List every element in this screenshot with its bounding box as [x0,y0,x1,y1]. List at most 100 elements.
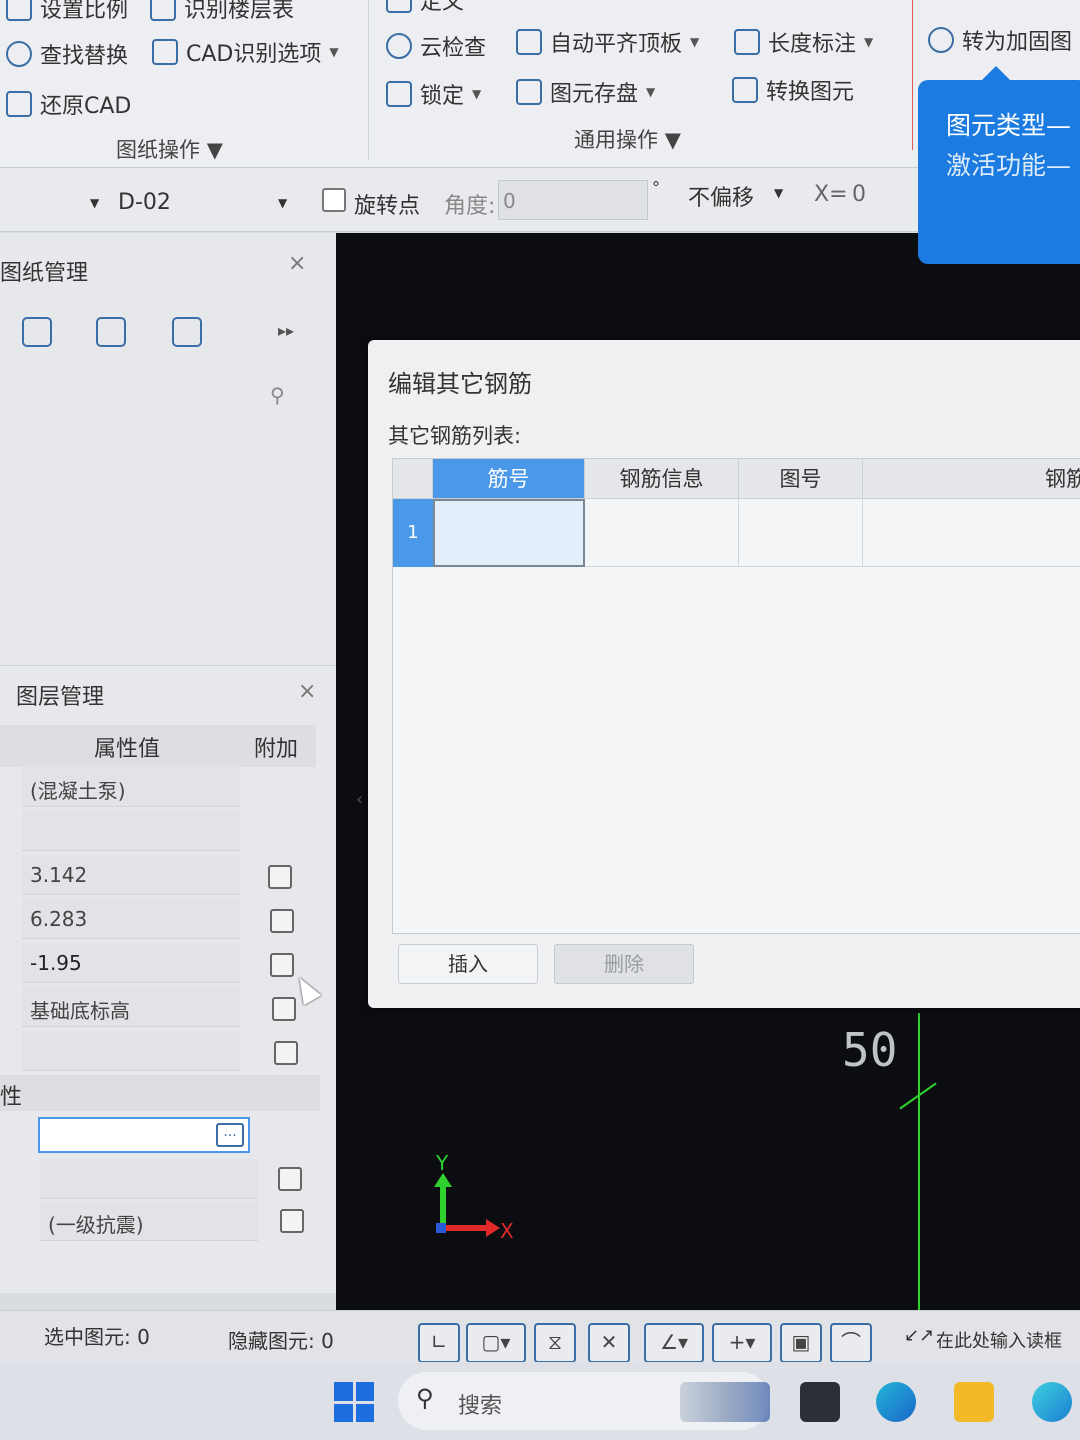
display-icon[interactable]: ▣ [780,1323,822,1363]
ribbon-divider-red [912,0,913,150]
task-view-icon[interactable] [800,1382,840,1422]
property-row[interactable]: 6.283 [22,899,240,939]
chevron-left-icon[interactable]: ‹ [356,789,363,810]
property-row[interactable] [22,811,240,851]
delete-button[interactable]: 删除 [554,944,694,984]
chevron-down-icon[interactable]: ▼ [774,186,783,200]
taskbar-search-label: 搜索 [458,1394,503,1419]
col-header-rebar-info[interactable]: 钢筋信息 [585,459,739,499]
find-replace-button[interactable]: 查找替换 [6,38,128,70]
length-dimension-button[interactable]: 长度标注 ▼ [734,26,873,58]
section-header [0,1075,320,1111]
property-row[interactable]: -1.95 [22,943,240,983]
x-axis-arrow [440,1225,490,1231]
edge-browser-icon[interactable] [876,1382,916,1422]
angle-label: 角度: [444,194,496,219]
restore-cad-button[interactable]: 还原CAD [6,88,131,120]
cad-options-button[interactable]: CAD识别选项 ▼ [152,36,339,68]
section-label: 性 [0,1085,23,1110]
identify-floor-table-button[interactable]: 识别楼层表 [150,0,294,24]
filter-icon[interactable]: ⧖ [534,1323,576,1363]
group-label-drawing-ops[interactable]: 图纸操作 ▼ [116,134,223,164]
drawing-select[interactable]: D-02 [118,190,171,215]
snap-icon[interactable]: +▾ [712,1323,772,1363]
row-number[interactable]: 1 [393,499,433,567]
cross-icon[interactable]: ✕ [588,1323,630,1363]
rotate-point-checkbox[interactable] [322,188,346,212]
grid-corner [393,459,433,499]
extra-checkbox[interactable] [272,997,296,1021]
property-row[interactable]: 基础底标高 [22,987,240,1027]
expand-icon[interactable]: ▸▸ [278,321,294,340]
windows-start-icon[interactable] [334,1382,374,1422]
origin-marker [436,1223,446,1233]
chevron-down-icon: ▼ [864,35,874,49]
chevron-down-icon: ▼ [206,138,223,162]
extra-checkbox[interactable] [270,909,294,933]
hidden-count: 隐藏图元: 0 [228,1329,334,1353]
scale-icon [6,0,32,21]
chevron-down-icon[interactable]: ▼ [278,196,287,210]
expand-arrows-icon[interactable]: ↙↗ [904,1325,934,1346]
dialog-title: 编辑其它钢筋 [388,370,532,398]
table-icon [150,0,176,21]
ortho-icon[interactable]: ∟ [418,1323,460,1363]
taskbar-widget-icon[interactable] [680,1382,770,1422]
auto-align-button[interactable]: 自动平齐顶板 ▼ [516,26,699,58]
set-scale-button[interactable]: 设置比例 [6,0,128,24]
ellipsis-button[interactable]: ... [216,1123,244,1147]
search-icon[interactable]: ⚲ [270,383,285,407]
rebar-list-label: 其它钢筋列表: [388,424,522,448]
close-icon[interactable]: × [288,251,306,276]
property-row[interactable]: (混凝土泵) [22,767,240,807]
command-input[interactable]: 在此处输入读框 [936,1327,1062,1353]
property-row[interactable] [40,1159,258,1199]
property-row[interactable]: (一级抗震) [40,1201,258,1241]
offset-select[interactable]: 不偏移 [688,180,754,212]
left-panel: 图纸管理 × ▸▸ ⚲ 图层管理 × 属性值 附加 (混凝土泵) 3.142 6… [0,233,336,1293]
extra-checkbox[interactable] [278,1167,302,1191]
chevron-down-icon: ▼ [472,87,482,101]
x-value[interactable]: 0 [852,182,866,207]
copy-icon[interactable] [96,317,126,347]
convert-element-button[interactable]: 转换图元 [732,74,854,106]
file-explorer-icon[interactable] [954,1382,994,1422]
property-row[interactable]: 3.142 [22,855,240,895]
element-save-button[interactable]: 图元存盘 ▼ [516,76,655,108]
arc-icon[interactable]: ⌒ [830,1323,872,1363]
angle-icon[interactable]: ∠▾ [644,1323,704,1363]
select-box-icon[interactable]: ▢▾ [466,1323,526,1363]
import-icon[interactable] [172,317,202,347]
define-button[interactable]: 定义 [386,0,464,16]
col-value-header: 属性值 [94,737,161,762]
group-label-general-ops[interactable]: 通用操作 ▼ [574,124,681,154]
app-icon[interactable] [1032,1382,1072,1422]
edit-other-rebar-dialog: 编辑其它钢筋 其它钢筋列表: 筋号 钢筋信息 图号 钢筋图 1 插入 删除 [368,340,1080,1008]
cell-rebar-info[interactable] [585,499,739,567]
find-replace-icon [6,41,32,67]
angle-input[interactable]: 0 [498,180,648,220]
extra-checkbox[interactable] [274,1041,298,1065]
col-header-rebar-figure[interactable]: 钢筋图 [863,459,1080,499]
col-header-figure-no[interactable]: 图号 [739,459,863,499]
chevron-down-icon[interactable]: ▼ [90,196,99,210]
panel-divider [0,665,336,666]
delete-icon[interactable] [22,317,52,347]
lock-button[interactable]: 锁定 ▼ [386,78,481,110]
extra-checkbox[interactable] [270,953,294,977]
x-axis-label: X [500,1219,514,1243]
cell-bar-no[interactable] [433,499,585,567]
cell-figure-no[interactable] [739,499,863,567]
cloud-check-button[interactable]: 云检查 [386,30,486,62]
cell-rebar-figure[interactable] [863,499,1080,567]
to-reinforce-button[interactable]: 转为加固图 [928,24,1072,56]
col-header-bar-no[interactable]: 筋号 [433,459,585,499]
extra-checkbox[interactable] [268,865,292,889]
status-bar: 选中图元: 0 隐藏图元: 0 ∟ ▢▾ ⧖ ✕ ∠▾ +▾ ▣ ⌒ ↙↗ 在此… [0,1310,1080,1363]
property-row[interactable] [22,1031,240,1071]
extra-checkbox[interactable] [280,1209,304,1233]
degree-symbol: ° [652,178,660,197]
insert-button[interactable]: 插入 [398,944,538,984]
close-icon[interactable]: × [298,679,316,704]
ribbon-divider [368,0,369,160]
